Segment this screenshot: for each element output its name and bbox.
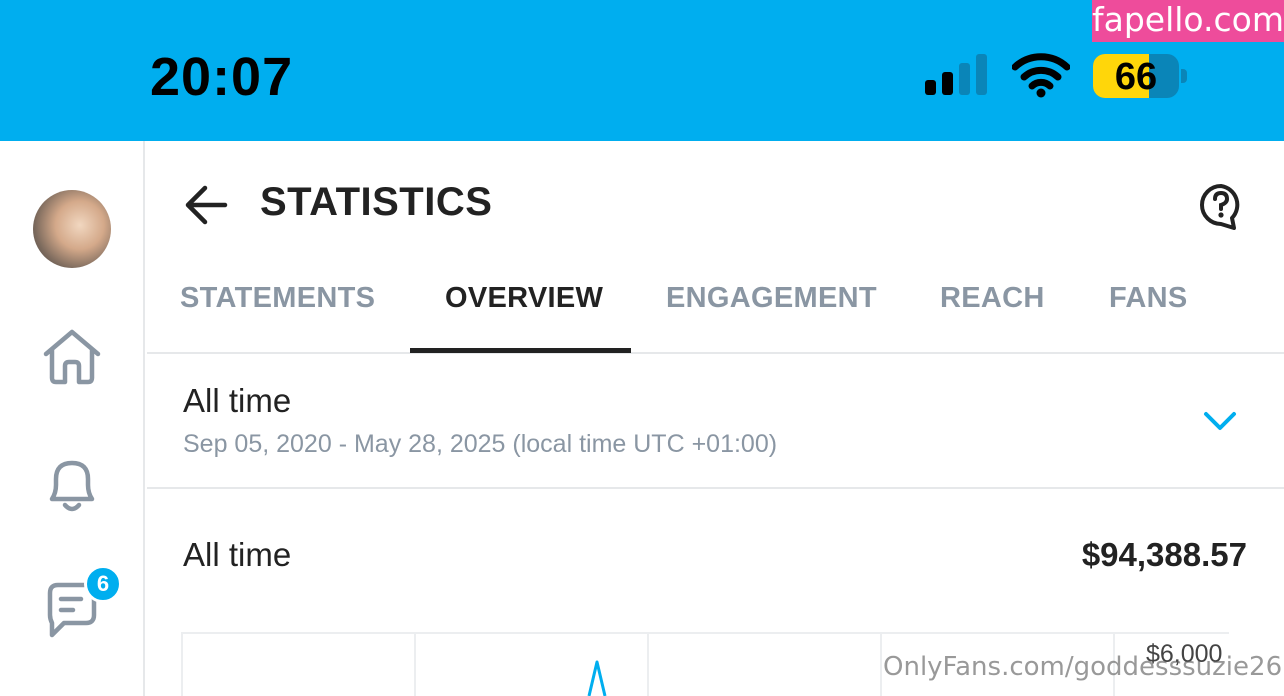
- bell-icon[interactable]: [40, 453, 104, 517]
- help-icon[interactable]: [1198, 182, 1244, 230]
- battery-indicator: 66: [1093, 54, 1189, 98]
- period-date-range: Sep 05, 2020 - May 28, 2025 (local time …: [183, 430, 778, 458]
- message-count-badge: 6: [84, 565, 122, 603]
- battery-level: 66: [1114, 56, 1158, 98]
- statistics-tabs: STATEMENTS OVERVIEW ENGAGEMENT REACH FAN…: [147, 262, 1284, 354]
- chevron-down-icon[interactable]: [1201, 407, 1239, 435]
- summary-total: $94,388.57: [1081, 536, 1247, 573]
- battery-cap: [1181, 69, 1187, 83]
- home-icon[interactable]: [40, 324, 104, 388]
- tab-engagement[interactable]: ENGAGEMENT: [666, 282, 877, 315]
- watermark-bottom: OnlyFans.com/goddesssuzie26: [883, 652, 1283, 682]
- avatar[interactable]: [33, 190, 111, 268]
- tab-overview[interactable]: OVERVIEW: [445, 282, 603, 315]
- arrow-left-icon[interactable]: [183, 182, 229, 228]
- chart-series-line: [587, 660, 607, 696]
- battery-body: 66: [1093, 54, 1179, 98]
- watermark-top: fapello.com: [1092, 0, 1284, 42]
- tab-fans[interactable]: FANS: [1109, 282, 1188, 315]
- summary-label: All time: [183, 536, 292, 573]
- status-time: 20:07: [150, 47, 294, 107]
- period-selector[interactable]: All time Sep 05, 2020 - May 28, 2025 (lo…: [147, 355, 1284, 489]
- left-nav-rail: 6: [0, 141, 145, 696]
- page-title: STATISTICS: [260, 180, 493, 224]
- active-tab-indicator: [410, 348, 631, 353]
- cellular-signal-icon: [925, 54, 987, 95]
- tab-statements[interactable]: STATEMENTS: [180, 282, 375, 315]
- tab-reach[interactable]: REACH: [940, 282, 1045, 315]
- period-label: All time: [183, 382, 292, 419]
- wifi-icon: [1012, 53, 1070, 98]
